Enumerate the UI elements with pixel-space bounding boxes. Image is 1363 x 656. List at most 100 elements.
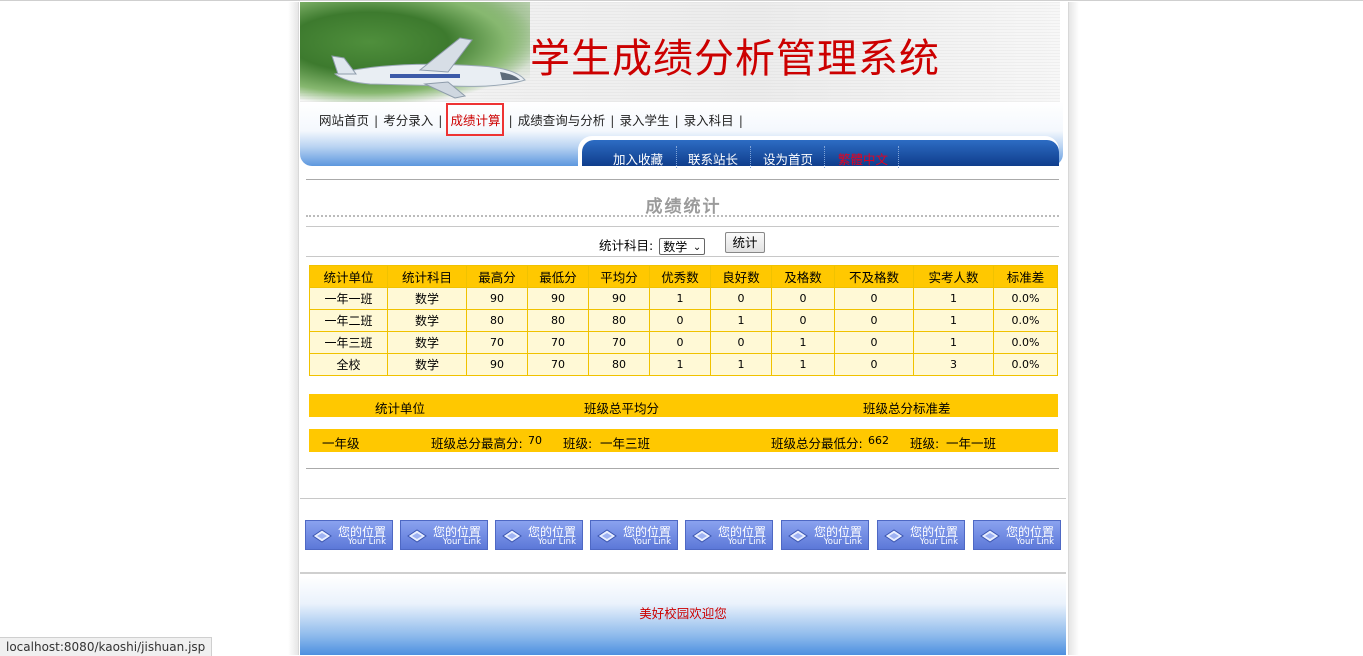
airplane-image bbox=[331, 37, 526, 99]
table-cell: 70 bbox=[588, 331, 650, 354]
divider bbox=[306, 179, 1059, 180]
table-cell: 0 bbox=[710, 331, 772, 354]
table-row: 全校 数学 90 70 80 1 1 1 0 3 0.0% bbox=[309, 353, 1058, 376]
table-cell: 数学 bbox=[387, 353, 467, 376]
summary-grade: 一年级 bbox=[322, 436, 360, 451]
table-cell: 1 bbox=[771, 353, 835, 376]
table-cell: 0.0% bbox=[993, 353, 1058, 376]
link-subtitle: Your Link bbox=[632, 537, 671, 547]
table-cell: 80 bbox=[588, 353, 650, 376]
sub-nav-bar: 加入收藏 联系站长 设为首页 繁體中文 bbox=[578, 136, 1059, 168]
table-row: 一年二班 数学 80 80 80 0 1 0 0 1 0.0% bbox=[309, 309, 1058, 332]
table-cell: 0 bbox=[834, 353, 914, 376]
table-cell: 90 bbox=[527, 287, 589, 310]
col-header: 良好数 bbox=[710, 265, 772, 288]
footer-text: 美好校园欢迎您 bbox=[639, 606, 727, 621]
nav-item-score-entry[interactable]: 考分录入 bbox=[382, 110, 434, 129]
table-cell: 全校 bbox=[309, 353, 388, 376]
your-link-button[interactable]: 您的位置 Your Link bbox=[685, 520, 773, 550]
table-cell: 1 bbox=[649, 287, 711, 310]
nav-item-add-subject[interactable]: 录入科目 bbox=[683, 110, 735, 129]
diamond-link-icon bbox=[884, 529, 904, 543]
summary-min-class-label: 班级: bbox=[910, 436, 940, 451]
summary-col-std: 班级总分标准差 bbox=[863, 401, 951, 416]
contact-admin-link[interactable]: 联系站长 bbox=[688, 149, 738, 168]
your-link-button[interactable]: 您的位置 Your Link bbox=[590, 520, 678, 550]
col-header: 统计科目 bbox=[387, 265, 467, 288]
diamond-link-icon bbox=[692, 529, 712, 543]
nav-menu: 网站首页 | 考分录入 | 成绩计算 | 成绩查询与分析 | 录入学生 | 录入科目 | bbox=[318, 103, 747, 136]
table-cell: 0 bbox=[710, 287, 772, 310]
link-subtitle: Your Link bbox=[1015, 537, 1054, 547]
table-cell: 数学 bbox=[387, 309, 467, 332]
table-cell: 1 bbox=[649, 353, 711, 376]
nav-separator: | bbox=[610, 113, 615, 128]
link-subtitle: Your Link bbox=[537, 537, 576, 547]
dotted-divider bbox=[306, 215, 1059, 217]
sub-nav-divider bbox=[824, 146, 826, 168]
table-cell: 0 bbox=[834, 287, 914, 310]
table-cell: 数学 bbox=[387, 287, 467, 310]
table-row: 一年三班 数学 70 70 70 0 0 1 0 1 0.0% bbox=[309, 331, 1058, 354]
diamond-link-icon bbox=[597, 529, 617, 543]
section-title: 成绩统计 bbox=[645, 197, 722, 217]
link-subtitle: Your Link bbox=[727, 537, 766, 547]
nav-item-add-student[interactable]: 录入学生 bbox=[618, 110, 670, 129]
nav-item-score-calc[interactable]: 成绩计算 bbox=[446, 103, 505, 136]
table-cell: 1 bbox=[913, 331, 994, 354]
table-cell: 0.0% bbox=[993, 287, 1058, 310]
table-cell: 90 bbox=[466, 287, 528, 310]
nav-item-home[interactable]: 网站首页 bbox=[318, 110, 370, 129]
table-cell: 0 bbox=[834, 331, 914, 354]
set-homepage-link[interactable]: 设为首页 bbox=[763, 149, 813, 168]
nav-separator: | bbox=[674, 113, 679, 128]
summary-header: 统计单位 班级总平均分 班级总分标准差 bbox=[309, 394, 1058, 417]
diamond-link-icon bbox=[312, 529, 332, 543]
summary-max-value: 70 bbox=[528, 434, 542, 447]
table-cell: 1 bbox=[913, 309, 994, 332]
table-cell: 3 bbox=[913, 353, 994, 376]
site-title: 学生成绩分析管理系统 bbox=[530, 36, 940, 82]
your-link-button[interactable]: 您的位置 Your Link bbox=[877, 520, 965, 550]
summary-col-unit: 统计单位 bbox=[375, 401, 426, 416]
footer: 美好校园欢迎您 bbox=[300, 576, 1066, 655]
table-cell: 0 bbox=[771, 309, 835, 332]
nav-separator: | bbox=[508, 113, 513, 128]
subject-filter-label: 统计科目: bbox=[599, 238, 654, 253]
subject-select[interactable]: 数学 ⌄ bbox=[659, 238, 706, 255]
table-cell: 70 bbox=[466, 331, 528, 354]
summary-min-label: 班级总分最低分: bbox=[771, 436, 863, 451]
table-cell: 1 bbox=[771, 331, 835, 354]
divider bbox=[306, 468, 1059, 469]
sub-nav-inner: 加入收藏 联系站长 设为首页 繁體中文 bbox=[582, 140, 1059, 168]
add-favorite-link[interactable]: 加入收藏 bbox=[613, 149, 663, 168]
traditional-chinese-link[interactable]: 繁體中文 bbox=[838, 149, 888, 168]
sub-nav-divider bbox=[898, 146, 900, 168]
col-header: 平均分 bbox=[588, 265, 650, 288]
col-header: 统计单位 bbox=[309, 265, 388, 288]
header-banner: 学生成绩分析管理系统 bbox=[300, 2, 1060, 102]
col-header: 不及格数 bbox=[834, 265, 914, 288]
table-cell: 0 bbox=[771, 287, 835, 310]
your-link-button[interactable]: 您的位置 Your Link bbox=[400, 520, 488, 550]
stat-button[interactable]: 统计 bbox=[725, 232, 765, 253]
table-cell: 一年二班 bbox=[309, 309, 388, 332]
your-link-button[interactable]: 您的位置 Your Link bbox=[973, 520, 1061, 550]
link-subtitle: Your Link bbox=[442, 537, 481, 547]
table-row: 一年一班 数学 90 90 90 1 0 0 0 1 0.0% bbox=[309, 287, 1058, 310]
summary-min-class: 一年一班 bbox=[946, 436, 997, 451]
col-header: 最低分 bbox=[527, 265, 589, 288]
table-cell: 一年一班 bbox=[309, 287, 388, 310]
your-link-button[interactable]: 您的位置 Your Link bbox=[495, 520, 583, 550]
your-link-button[interactable]: 您的位置 Your Link bbox=[781, 520, 869, 550]
nav-item-score-query[interactable]: 成绩查询与分析 bbox=[517, 110, 607, 129]
divider bbox=[306, 256, 1059, 257]
browser-top-edge bbox=[0, 0, 1363, 1]
summary-row: 一年级 班级总分最高分: 70 班级: 一年三班 班级总分最低分: 662 班级… bbox=[309, 429, 1058, 452]
sub-nav-divider bbox=[750, 146, 752, 168]
nav-separator: | bbox=[438, 113, 443, 128]
table-cell: 0 bbox=[649, 331, 711, 354]
col-header: 优秀数 bbox=[649, 265, 711, 288]
your-link-button[interactable]: 您的位置 Your Link bbox=[305, 520, 393, 550]
col-header: 实考人数 bbox=[913, 265, 994, 288]
